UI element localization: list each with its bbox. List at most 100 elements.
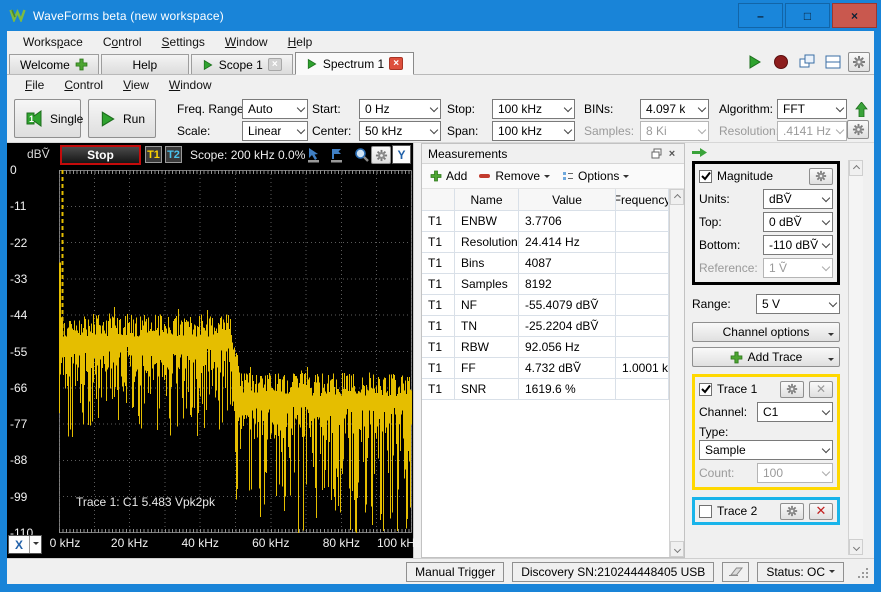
device-button[interactable]: Discovery SN:210244448405 USB bbox=[512, 562, 714, 582]
combo-stop[interactable]: 100 kHz bbox=[492, 99, 575, 119]
marker-tool-icon[interactable] bbox=[327, 146, 346, 164]
menu-item-help[interactable]: Help bbox=[278, 33, 323, 51]
table-row[interactable]: T1Bins4087 bbox=[422, 253, 669, 274]
trace2-gear-icon[interactable] bbox=[780, 503, 804, 520]
x-axis-options-button[interactable]: X bbox=[8, 535, 42, 554]
menu-item-window[interactable]: Window bbox=[159, 76, 222, 94]
units-select[interactable]: dBṼ bbox=[763, 189, 833, 209]
bottom-select[interactable]: -110 dBṼ bbox=[763, 235, 833, 255]
trace1-remove-icon[interactable]: ✕ bbox=[809, 381, 833, 398]
stop-button[interactable]: Stop bbox=[60, 145, 141, 165]
resize-grip[interactable] bbox=[856, 566, 868, 578]
table-row[interactable]: T1FF4.732 dBṼ1.0001 kHz bbox=[422, 358, 669, 379]
top-select[interactable]: 0 dBṼ bbox=[763, 212, 833, 232]
magnitude-gear-icon[interactable] bbox=[809, 168, 833, 185]
combo-start[interactable]: 0 Hz bbox=[359, 99, 441, 119]
table-cell bbox=[616, 274, 669, 295]
measurements-scrollbar[interactable] bbox=[669, 189, 684, 557]
menu-item-settings[interactable]: Settings bbox=[152, 33, 215, 51]
trace1-checkbox[interactable] bbox=[699, 383, 712, 396]
eraser-icon[interactable] bbox=[722, 562, 749, 582]
trace1-tab[interactable]: T1 bbox=[145, 146, 162, 163]
table-row[interactable]: T1TN-25.2204 dBṼ bbox=[422, 316, 669, 337]
options-dropdown-icon[interactable] bbox=[623, 175, 629, 181]
combo-bins[interactable]: 4.097 k bbox=[640, 99, 709, 119]
tab-scope-1[interactable]: Scope 1 × bbox=[191, 54, 293, 74]
trace1-type-select[interactable]: Sample bbox=[699, 440, 833, 460]
trace1-channel-select[interactable]: C1 bbox=[757, 402, 833, 422]
spectrum-plot-canvas[interactable] bbox=[59, 170, 412, 533]
column-header[interactable]: Name bbox=[455, 189, 519, 211]
menu-item-control[interactable]: Control bbox=[93, 33, 152, 51]
single-button[interactable]: 1 Single bbox=[14, 99, 81, 138]
run-button[interactable]: Run bbox=[88, 99, 156, 138]
combo-freq-range[interactable]: Auto bbox=[242, 99, 308, 119]
trace2-remove-icon[interactable]: ✕ bbox=[809, 503, 833, 520]
scope-source-up-arrow-icon[interactable] bbox=[850, 99, 872, 119]
workspace-settings-gear-icon[interactable] bbox=[848, 52, 870, 72]
status-button[interactable]: Status: OC bbox=[757, 562, 844, 582]
trace1-gear-icon[interactable] bbox=[780, 381, 804, 398]
field-label-center: Center: bbox=[312, 124, 351, 138]
toolbar-gear-icon[interactable] bbox=[847, 120, 869, 139]
menu-item-control[interactable]: Control bbox=[54, 76, 113, 94]
panel-splitter[interactable] bbox=[413, 143, 421, 558]
run-all-icon[interactable] bbox=[744, 52, 766, 72]
y-axis-options-button[interactable]: Y bbox=[392, 145, 411, 164]
settings-scrollbar[interactable] bbox=[848, 160, 863, 555]
table-row[interactable]: T1SNR1619.6 % bbox=[422, 379, 669, 400]
tab-spectrum-1[interactable]: Spectrum 1 × bbox=[295, 52, 414, 75]
scroll-up-icon[interactable] bbox=[849, 160, 863, 176]
table-row[interactable]: T1NF-55.4079 dBṼ bbox=[422, 295, 669, 316]
remove-measurement-button[interactable]: Remove bbox=[475, 167, 554, 185]
combo-scale[interactable]: Linear bbox=[242, 121, 308, 141]
add-measurement-button[interactable]: Add bbox=[426, 167, 471, 185]
scroll-down-icon[interactable] bbox=[670, 541, 684, 557]
menu-item-view[interactable]: View bbox=[113, 76, 159, 94]
close-scope-tab-icon[interactable]: × bbox=[268, 58, 282, 71]
record-icon[interactable] bbox=[770, 52, 792, 72]
combo-algorithm[interactable]: FFT bbox=[777, 99, 847, 119]
table-row[interactable]: T1Resolution24.414 Hz bbox=[422, 232, 669, 253]
column-header[interactable] bbox=[422, 189, 455, 211]
scroll-up-icon[interactable] bbox=[670, 189, 684, 205]
trace2-tab[interactable]: T2 bbox=[165, 146, 182, 163]
cursor-tool-icon[interactable] bbox=[304, 146, 323, 164]
trace2-checkbox[interactable] bbox=[699, 505, 712, 518]
maximize-button[interactable]: □ bbox=[785, 3, 830, 28]
close-panel-icon[interactable]: × bbox=[664, 147, 680, 161]
zoom-tool-icon[interactable] bbox=[352, 146, 371, 164]
table-row[interactable]: T1ENBW3.7706 bbox=[422, 211, 669, 232]
close-button[interactable]: × bbox=[832, 3, 877, 28]
table-row[interactable]: T1RBW92.056 Hz bbox=[422, 337, 669, 358]
combo-span[interactable]: 100 kHz bbox=[492, 121, 575, 141]
channel-options-button[interactable]: Channel options bbox=[692, 322, 840, 342]
manual-trigger-button[interactable]: Manual Trigger bbox=[406, 562, 504, 582]
column-header[interactable]: Value bbox=[519, 189, 616, 211]
menu-item-file[interactable]: File bbox=[15, 76, 54, 94]
tab-help[interactable]: Help bbox=[101, 54, 189, 74]
tab-welcome[interactable]: Welcome bbox=[9, 54, 99, 74]
close-spectrum-tab-icon[interactable]: × bbox=[389, 57, 403, 70]
magnitude-checkbox[interactable] bbox=[699, 170, 712, 183]
measurements-panel: Measurements × Add Remove bbox=[421, 143, 685, 558]
add-workspace-icon[interactable] bbox=[75, 58, 88, 71]
collapse-panel-arrow-icon[interactable] bbox=[692, 147, 707, 158]
plot-settings-gear-icon[interactable] bbox=[371, 146, 391, 164]
column-header[interactable]: Frequency bbox=[616, 189, 669, 211]
remove-dropdown-icon[interactable] bbox=[544, 175, 550, 181]
menu-item-workspace[interactable]: Workspace bbox=[13, 33, 93, 51]
options-button[interactable]: Options bbox=[558, 167, 633, 185]
add-trace-button[interactable]: Add Trace bbox=[692, 347, 840, 367]
menu-item-window[interactable]: Window bbox=[215, 33, 278, 51]
tile-windows-icon[interactable] bbox=[822, 52, 844, 72]
scroll-down-icon[interactable] bbox=[849, 539, 863, 555]
range-select[interactable]: 5 V bbox=[756, 294, 840, 314]
float-panel-icon[interactable] bbox=[648, 147, 664, 161]
x-axis-dropdown-icon[interactable] bbox=[29, 536, 41, 553]
single-icon: 1 bbox=[25, 109, 44, 128]
minimize-button[interactable]: – bbox=[738, 3, 783, 28]
cascade-windows-icon[interactable] bbox=[796, 52, 818, 72]
combo-center[interactable]: 50 kHz bbox=[359, 121, 441, 141]
table-row[interactable]: T1Samples8192 bbox=[422, 274, 669, 295]
